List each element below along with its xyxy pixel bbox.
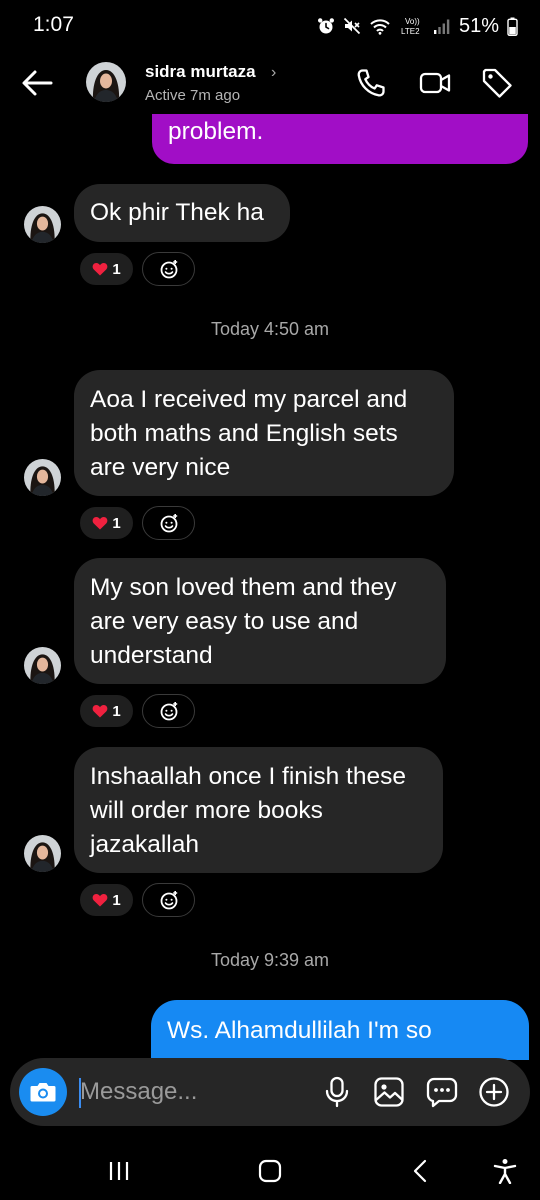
heart-icon (92, 262, 108, 276)
svg-text:LTE2: LTE2 (401, 27, 420, 36)
battery-icon (507, 17, 518, 36)
add-emoji-icon (160, 891, 177, 910)
outgoing-message-bubble[interactable]: problem. (152, 114, 528, 164)
reaction-pill[interactable]: 1 (79, 883, 134, 917)
tag-icon[interactable] (480, 66, 514, 100)
add-reaction-button[interactable] (142, 883, 195, 917)
back-arrow-icon[interactable] (20, 66, 56, 100)
timestamp: Today 9:39 am (210, 950, 330, 970)
sticker-icon[interactable] (425, 1075, 459, 1109)
status-time: 1:07 (33, 13, 74, 36)
video-call-icon[interactable] (418, 66, 452, 100)
reaction-count: 1 (112, 702, 121, 720)
reaction-pill[interactable]: 1 (79, 252, 134, 286)
lte-icon: Vo)) LTE2 (401, 17, 420, 36)
heart-icon (92, 516, 108, 530)
status-icons: Vo)) LTE2 51% (317, 12, 518, 40)
recent-apps-icon[interactable] (104, 1158, 134, 1184)
heart-icon (92, 893, 108, 907)
incoming-message-bubble[interactable]: Inshaallah once I finish these will orde… (74, 747, 443, 873)
camera-icon (30, 1083, 56, 1102)
incoming-message-bubble[interactable]: Ok phir Thek ha (74, 184, 290, 242)
sender-avatar (24, 459, 61, 496)
battery-percentage: 51% (458, 14, 499, 37)
incoming-message-bubble[interactable]: Aoa I received my parcel and both maths … (74, 370, 454, 496)
reaction-count: 1 (112, 514, 121, 532)
conversation-thread: problem. Ok phir Thek ha 1 Today 4:50 am… (0, 114, 540, 1060)
system-nav-bar (0, 1140, 540, 1200)
reaction-pill[interactable]: 1 (79, 506, 134, 540)
reaction-count: 1 (112, 260, 121, 278)
camera-button[interactable] (19, 1068, 67, 1116)
wifi-icon (370, 19, 390, 35)
home-icon[interactable] (255, 1158, 285, 1184)
phone-icon[interactable] (354, 66, 388, 100)
chat-header: sidra murtaza › Active 7m ago (0, 52, 540, 114)
mute-icon (343, 17, 361, 35)
reaction-count: 1 (112, 891, 121, 909)
incoming-message-bubble[interactable]: My son loved them and they are very easy… (74, 558, 446, 684)
alarm-icon (317, 18, 334, 34)
sender-avatar (24, 835, 61, 872)
heart-icon (92, 704, 108, 718)
outgoing-message-bubble[interactable]: Ws. Alhamdullilah I'm so (151, 1000, 529, 1060)
contact-avatar[interactable] (86, 62, 126, 102)
microphone-icon[interactable] (320, 1075, 354, 1109)
accessibility-icon[interactable] (490, 1158, 520, 1184)
add-reaction-button[interactable] (142, 506, 195, 540)
add-icon[interactable] (477, 1075, 511, 1109)
contact-name[interactable]: sidra murtaza (145, 62, 256, 82)
message-input[interactable] (80, 1070, 300, 1114)
add-reaction-button[interactable] (142, 694, 195, 728)
add-emoji-icon (160, 514, 177, 533)
svg-text:Vo)): Vo)) (405, 17, 420, 26)
gallery-icon[interactable] (372, 1075, 406, 1109)
add-emoji-icon (160, 702, 177, 721)
add-reaction-button[interactable] (142, 252, 195, 286)
message-composer (10, 1058, 530, 1126)
nav-back-icon[interactable] (406, 1158, 436, 1184)
status-bar: 1:07 Vo)) LTE2 51% (0, 0, 540, 52)
chevron-right-icon[interactable]: › (271, 64, 276, 82)
add-emoji-icon (160, 260, 177, 279)
reaction-pill[interactable]: 1 (79, 694, 134, 728)
sender-avatar (24, 647, 61, 684)
active-status: Active 7m ago (145, 87, 241, 104)
signal-icon (433, 19, 450, 34)
sender-avatar (24, 206, 61, 243)
timestamp: Today 4:50 am (210, 319, 330, 339)
